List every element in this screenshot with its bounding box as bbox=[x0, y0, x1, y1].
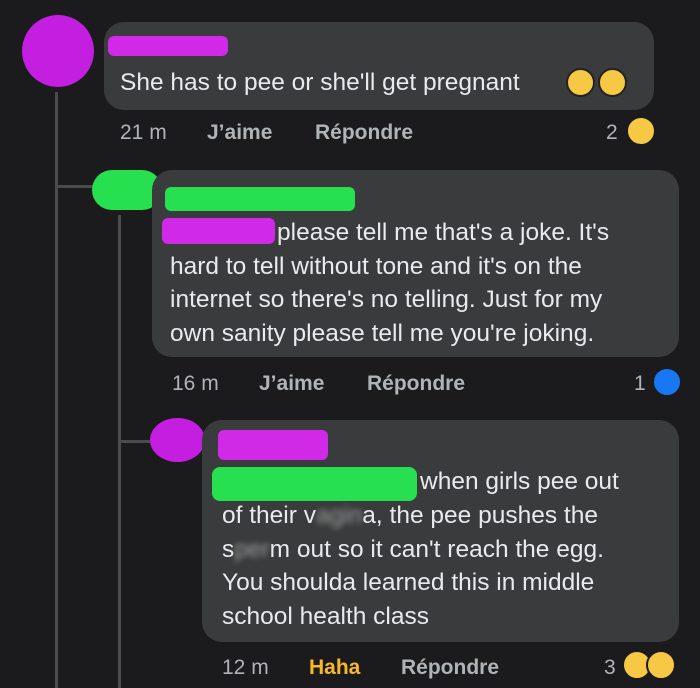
redacted-author-name[interactable] bbox=[165, 187, 355, 211]
comment-timestamp[interactable]: 16 m bbox=[172, 372, 219, 396]
censored-text: per bbox=[234, 536, 270, 563]
text-segment: m out so it can't reach the egg. bbox=[269, 536, 604, 563]
reaction-count[interactable]: 3 bbox=[604, 656, 616, 680]
reaction-count[interactable]: 1 bbox=[634, 372, 646, 396]
laughing-tears-icon bbox=[566, 68, 595, 97]
comment-text-line: hard to tell without tone and it's on th… bbox=[170, 253, 582, 280]
like-reaction-icon[interactable] bbox=[652, 367, 682, 397]
haha-reaction-link[interactable]: Haha bbox=[309, 656, 360, 680]
text-segment: s bbox=[222, 536, 235, 563]
like-link[interactable]: J’aime bbox=[207, 121, 272, 145]
reply-link[interactable]: Répondre bbox=[401, 656, 499, 680]
sad-reaction-icon[interactable] bbox=[646, 650, 676, 680]
laughing-tears-icon bbox=[598, 68, 627, 97]
comment-text-line: sperm out so it can't reach the egg. bbox=[222, 533, 604, 567]
comment-text-line: own sanity please tell me you're joking. bbox=[170, 320, 595, 347]
thread-line bbox=[118, 215, 121, 688]
comment-text-line: please tell me that's a joke. It's bbox=[277, 219, 610, 246]
redacted-author-name[interactable] bbox=[108, 36, 228, 56]
comment-text-line: when girls pee out bbox=[420, 468, 619, 495]
reply-link[interactable]: Répondre bbox=[315, 121, 413, 145]
text-segment: a, the pee pushes the bbox=[362, 502, 598, 529]
avatar[interactable] bbox=[150, 418, 205, 462]
like-link[interactable]: J’aime bbox=[259, 372, 324, 396]
thread-line bbox=[55, 92, 58, 688]
avatar[interactable] bbox=[22, 15, 94, 87]
comment-text-line: internet so there's no telling. Just for… bbox=[170, 286, 603, 313]
comment-text-line: You shoulda learned this in middle bbox=[222, 569, 595, 596]
comment-text-line: of their vagina, the pee pushes the bbox=[222, 499, 598, 533]
comment-text-line: school health class bbox=[222, 603, 430, 630]
text-segment: of their v bbox=[222, 502, 316, 529]
thread-connector bbox=[118, 440, 150, 443]
haha-reaction-icon[interactable] bbox=[626, 116, 656, 146]
comment-timestamp[interactable]: 12 m bbox=[222, 656, 269, 680]
reaction-count[interactable]: 2 bbox=[606, 121, 618, 145]
censored-text: agin bbox=[315, 502, 363, 529]
comment-text: She has to pee or she'll get pregnant bbox=[120, 69, 520, 96]
redacted-mention[interactable] bbox=[162, 218, 275, 244]
redacted-mention[interactable] bbox=[212, 467, 417, 501]
redacted-author-name[interactable] bbox=[218, 430, 328, 460]
comment-timestamp[interactable]: 21 m bbox=[120, 121, 167, 145]
reply-link[interactable]: Répondre bbox=[367, 372, 465, 396]
